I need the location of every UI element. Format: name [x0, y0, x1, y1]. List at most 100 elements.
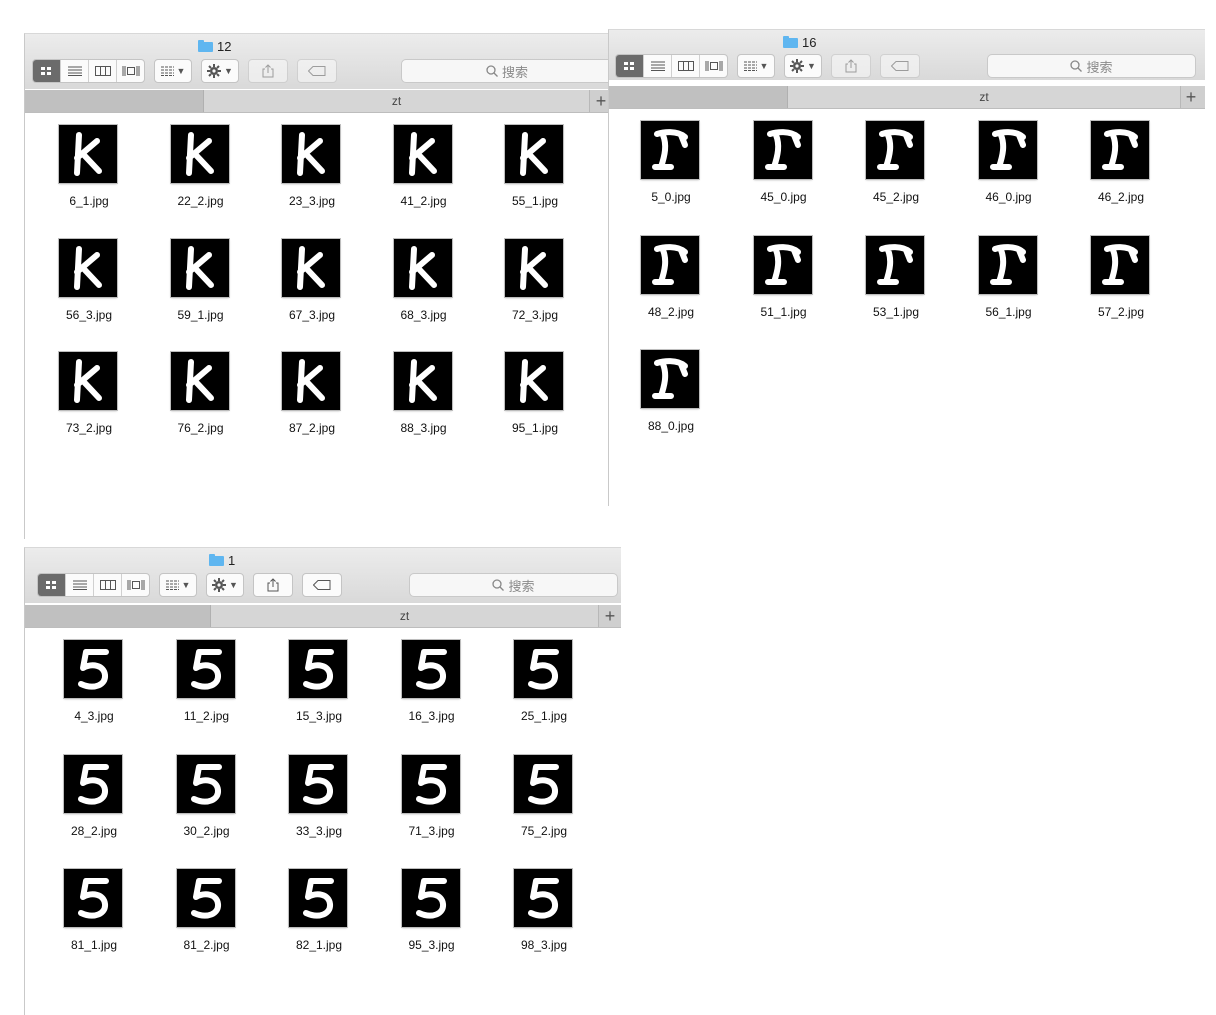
icon-view-button[interactable] [616, 55, 644, 77]
action-button[interactable]: ▼ [201, 59, 239, 83]
file-name: 11_2.jpg [183, 709, 230, 723]
file-item[interactable]: 71_3.jpg [376, 743, 488, 843]
file-name: 15_3.jpg [295, 709, 343, 723]
icon-view-button[interactable] [33, 60, 61, 82]
file-item[interactable]: 33_3.jpg [263, 743, 375, 843]
action-button[interactable]: ▼ [784, 54, 822, 78]
gallery-view-button[interactable] [122, 574, 149, 596]
file-thumbnail [282, 352, 340, 410]
file-name: 76_2.jpg [177, 421, 224, 435]
file-thumbnail [641, 121, 699, 179]
file-item[interactable]: 45_2.jpg [840, 109, 952, 209]
file-item[interactable]: 68_3.jpg [368, 227, 480, 327]
file-name: 4_3.jpg [74, 709, 114, 723]
file-name: 41_2.jpg [400, 194, 447, 208]
file-item[interactable]: 28_2.jpg [38, 743, 150, 843]
file-item[interactable]: 75_2.jpg [488, 743, 600, 843]
new-tab-button[interactable]: + [591, 90, 609, 112]
file-item[interactable]: 15_3.jpg [263, 628, 375, 728]
file-item[interactable]: 51_1.jpg [728, 224, 840, 324]
file-item[interactable]: 46_2.jpg [1065, 109, 1177, 209]
group-button[interactable]: ▼ [159, 573, 197, 597]
file-thumbnail [505, 238, 563, 297]
file-item[interactable]: 53_1.jpg [840, 224, 952, 324]
new-tab-button[interactable]: + [600, 605, 620, 627]
file-item[interactable]: 57_2.jpg [1065, 224, 1177, 324]
search-placeholder: 搜索 [1086, 59, 1113, 75]
file-item[interactable]: 55_1.jpg [479, 113, 591, 213]
view-mode-control [37, 573, 150, 597]
file-thumbnail [176, 640, 235, 698]
file-thumbnail [401, 640, 460, 698]
list-view-button[interactable] [644, 55, 672, 77]
file-item[interactable]: 23_3.jpg [256, 113, 368, 213]
list-view-button[interactable] [61, 60, 89, 82]
file-item[interactable]: 81_1.jpg [38, 857, 150, 957]
file-thumbnail [866, 235, 924, 294]
column-view-button[interactable] [89, 60, 117, 82]
file-item[interactable]: 59_1.jpg [145, 227, 257, 327]
list-view-button[interactable] [66, 574, 94, 596]
gallery-view-button[interactable] [117, 60, 144, 82]
file-item[interactable]: 73_2.jpg [33, 340, 145, 440]
file-item[interactable]: 76_2.jpg [145, 340, 257, 440]
file-item[interactable]: 95_1.jpg [479, 340, 591, 440]
finder-window-12: 12 ▼ ▼ 搜索 zt + 6_1.jpg 22_2.jpg 23_3.jpg 41… [24, 33, 609, 539]
tag-button[interactable] [297, 59, 337, 83]
file-item[interactable]: 48_2.jpg [615, 224, 727, 324]
tab-zt[interactable]: zt [788, 86, 1181, 108]
column-view-button[interactable] [94, 574, 122, 596]
file-thumbnail [505, 125, 563, 183]
gallery-view-button[interactable] [700, 55, 727, 77]
file-item[interactable]: 25_1.jpg [488, 628, 600, 728]
file-item[interactable]: 56_1.jpg [953, 224, 1065, 324]
tag-button[interactable] [880, 54, 920, 78]
share-button[interactable] [831, 54, 871, 78]
gear-icon [212, 578, 227, 592]
group-button[interactable]: ▼ [737, 54, 775, 78]
file-item[interactable]: 22_2.jpg [145, 113, 257, 213]
file-item[interactable]: 88_3.jpg [368, 340, 480, 440]
file-item[interactable]: 56_3.jpg [33, 227, 145, 327]
file-name: 95_3.jpg [408, 938, 455, 952]
tab-bar: zt + [609, 86, 1205, 109]
file-item[interactable]: 41_2.jpg [368, 113, 480, 213]
file-thumbnail [393, 238, 452, 297]
file-item[interactable]: 4_3.jpg [38, 628, 150, 728]
new-tab-button[interactable]: + [1181, 86, 1201, 108]
action-button[interactable]: ▼ [206, 573, 244, 597]
search-field[interactable]: 搜索 [409, 573, 618, 597]
file-item[interactable]: 81_2.jpg [151, 857, 263, 957]
tab-zt[interactable]: zt [211, 605, 599, 627]
search-field[interactable]: 搜索 [987, 54, 1196, 78]
file-item[interactable]: 11_2.jpg [151, 628, 263, 728]
share-button[interactable] [248, 59, 288, 83]
tag-button[interactable] [302, 573, 342, 597]
file-name: 6_1.jpg [69, 194, 109, 208]
share-button[interactable] [253, 573, 293, 597]
toolbar-controls: ▼ ▼ [615, 54, 920, 78]
file-item[interactable]: 45_0.jpg [728, 109, 840, 209]
file-item[interactable]: 72_3.jpg [479, 227, 591, 327]
column-view-button[interactable] [672, 55, 700, 77]
file-item[interactable]: 67_3.jpg [256, 227, 368, 327]
file-thumbnail [1091, 235, 1149, 294]
file-item[interactable]: 5_0.jpg [615, 109, 727, 209]
file-item[interactable]: 87_2.jpg [256, 340, 368, 440]
file-item[interactable]: 88_0.jpg [615, 338, 727, 438]
file-item[interactable]: 98_3.jpg [488, 857, 600, 957]
file-item[interactable]: 30_2.jpg [151, 743, 263, 843]
file-item[interactable]: 16_3.jpg [376, 628, 488, 728]
tab-zt[interactable]: zt [204, 90, 590, 112]
search-field[interactable]: 搜索 [401, 59, 609, 83]
file-item[interactable]: 6_1.jpg [33, 113, 145, 213]
file-thumbnail [64, 754, 122, 813]
file-item[interactable]: 46_0.jpg [953, 109, 1065, 209]
gallery-view-icon [122, 66, 139, 76]
file-item[interactable]: 95_3.jpg [376, 857, 488, 957]
group-button[interactable]: ▼ [154, 59, 192, 83]
file-thumbnail [505, 352, 563, 410]
plus-icon: + [1185, 86, 1197, 107]
file-item[interactable]: 82_1.jpg [263, 857, 375, 957]
icon-view-button[interactable] [38, 574, 66, 596]
